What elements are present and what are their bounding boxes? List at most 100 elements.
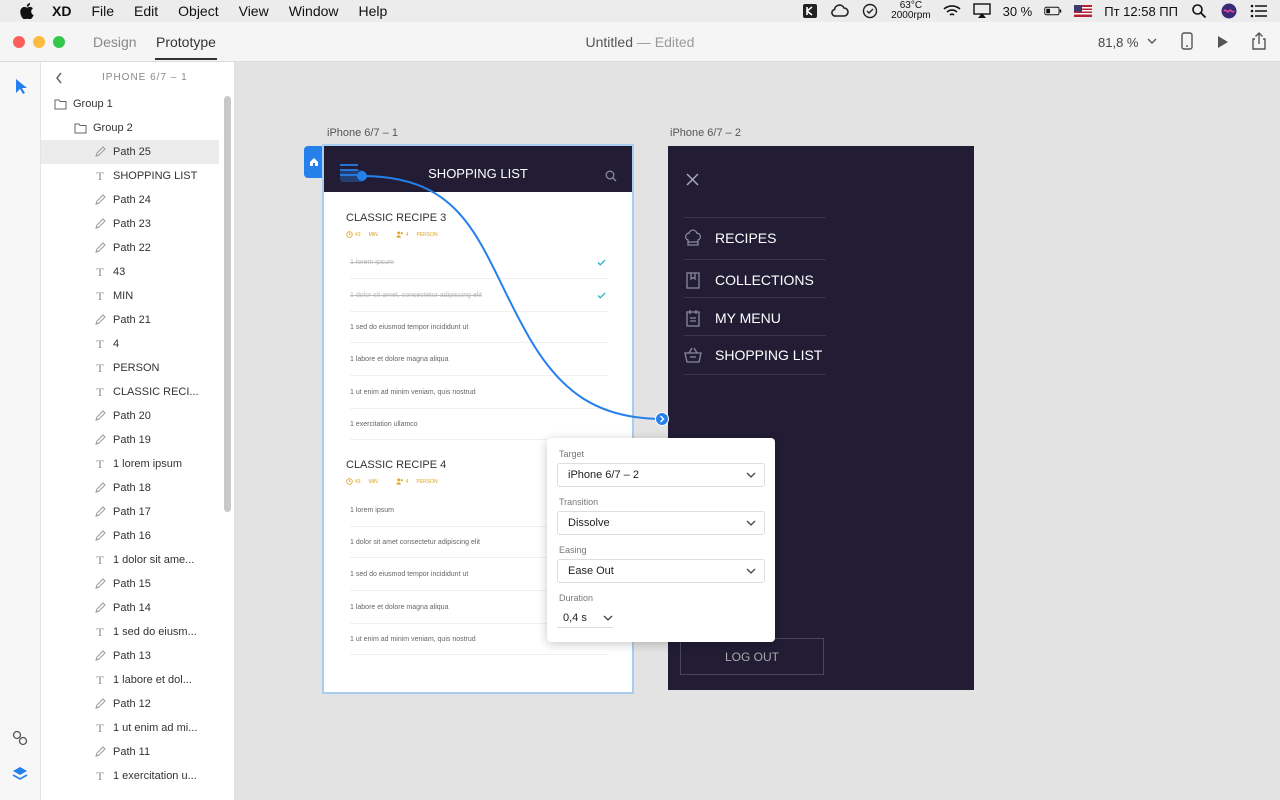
shopping-item-text: 1 sed do eiusmod tempor incididunt ut bbox=[350, 570, 469, 578]
shopping-item[interactable]: 1 dolor sit amet, consectetur adipiscing… bbox=[350, 279, 608, 312]
duration-select[interactable]: 0,4 s bbox=[557, 608, 613, 628]
notification-center-icon[interactable] bbox=[1250, 3, 1268, 19]
layer-label: Path 17 bbox=[113, 506, 151, 518]
layer-row[interactable]: T 1 labore et dol... bbox=[41, 668, 219, 692]
layer-row[interactable]: T 43 bbox=[41, 260, 219, 284]
shopping-item[interactable]: 1 ut enim ad minim veniam, quis nostrud bbox=[350, 376, 608, 409]
share-icon[interactable] bbox=[1251, 32, 1267, 50]
recipe-minutes-unit: MIN bbox=[368, 231, 378, 238]
layer-row[interactable]: Path 15 bbox=[41, 572, 219, 596]
close-icon[interactable] bbox=[686, 173, 699, 186]
layer-row[interactable]: T CLASSIC RECI... bbox=[41, 380, 219, 404]
layer-row[interactable]: Path 18 bbox=[41, 476, 219, 500]
clock[interactable]: Пт 12:58 ПП bbox=[1104, 4, 1178, 19]
layer-row[interactable]: Path 22 bbox=[41, 236, 219, 260]
transition-select[interactable]: Dissolve bbox=[557, 511, 765, 535]
apple-icon[interactable] bbox=[20, 3, 36, 19]
layer-row[interactable]: Path 16 bbox=[41, 524, 219, 548]
interaction-popover: Target iPhone 6/7 – 2 Transition Dissolv… bbox=[547, 438, 775, 642]
person-icon: 4 PERSON bbox=[396, 231, 438, 238]
layer-row[interactable]: Group 2 bbox=[41, 116, 219, 140]
layer-row[interactable]: T SHOPPING LIST bbox=[41, 164, 219, 188]
layer-label: Path 11 bbox=[113, 746, 151, 758]
layer-label: 1 labore et dol... bbox=[113, 674, 192, 686]
battery-percent: 30 % bbox=[1002, 3, 1033, 19]
layers-artboard-title[interactable]: IPHONE 6/7 – 1 bbox=[102, 72, 188, 83]
creative-cloud-icon[interactable] bbox=[831, 3, 849, 19]
status-app-icon[interactable] bbox=[801, 3, 819, 19]
layer-label: Path 18 bbox=[113, 482, 151, 494]
select-tool-icon[interactable] bbox=[14, 78, 28, 94]
assets-icon[interactable] bbox=[12, 730, 28, 746]
layer-row[interactable]: T MIN bbox=[41, 284, 219, 308]
layers-scrollbar[interactable] bbox=[224, 96, 231, 512]
shopping-item[interactable]: 1 exercitation ullamco bbox=[350, 409, 608, 440]
folder-icon bbox=[73, 121, 87, 135]
wifi-icon[interactable] bbox=[943, 3, 961, 19]
airplay-icon[interactable] bbox=[972, 3, 991, 19]
easing-select[interactable]: Ease Out bbox=[557, 559, 765, 583]
wire-connector-arrow-icon[interactable] bbox=[655, 412, 669, 426]
layer-row[interactable]: Path 23 bbox=[41, 212, 219, 236]
siri-icon[interactable] bbox=[1220, 3, 1238, 19]
shopping-item-text: 1 sed do eiusmod tempor incididunt ut bbox=[350, 323, 469, 331]
pen-path-icon bbox=[93, 505, 107, 519]
layer-row[interactable]: Path 20 bbox=[41, 404, 219, 428]
device-preview-icon[interactable] bbox=[1181, 32, 1193, 50]
zoom-level[interactable]: 81,8 % bbox=[1098, 35, 1138, 50]
layer-row[interactable]: Path 19 bbox=[41, 428, 219, 452]
shopping-item[interactable]: 1 lorem ipsum bbox=[350, 246, 608, 279]
layer-label: PERSON bbox=[113, 362, 160, 374]
menu-object[interactable]: Object bbox=[178, 3, 218, 19]
menu-edit[interactable]: Edit bbox=[134, 3, 158, 19]
easing-label: Easing bbox=[559, 545, 587, 555]
artboard-1-label[interactable]: iPhone 6/7 – 1 bbox=[327, 127, 398, 139]
battery-icon[interactable] bbox=[1044, 3, 1062, 19]
layer-row[interactable]: Path 17 bbox=[41, 500, 219, 524]
menu-item-collections[interactable]: COLLECTIONS bbox=[684, 259, 826, 299]
checkmark-circle-icon[interactable] bbox=[861, 3, 879, 19]
menu-file[interactable]: File bbox=[91, 3, 114, 19]
home-artboard-icon[interactable] bbox=[304, 146, 324, 178]
us-flag-icon[interactable] bbox=[1074, 3, 1093, 19]
layers-icon[interactable] bbox=[12, 766, 28, 782]
search-icon[interactable] bbox=[605, 170, 617, 182]
layer-row[interactable]: Path 13 bbox=[41, 644, 219, 668]
back-chevron-icon[interactable] bbox=[55, 72, 63, 84]
layer-row[interactable]: Path 11 bbox=[41, 740, 219, 764]
pen-path-icon bbox=[93, 217, 107, 231]
layer-row[interactable]: Path 21 bbox=[41, 308, 219, 332]
layer-row[interactable]: Path 25 bbox=[41, 140, 219, 164]
menu-window[interactable]: Window bbox=[289, 3, 339, 19]
shopping-item[interactable]: 1 sed do eiusmod tempor incididunt ut bbox=[350, 312, 608, 343]
menu-view[interactable]: View bbox=[239, 3, 269, 19]
layer-row[interactable]: T 1 ut enim ad mi... bbox=[41, 716, 219, 740]
menu-item-recipes[interactable]: RECIPES bbox=[684, 217, 826, 257]
layer-row[interactable]: Group 1 bbox=[41, 92, 219, 116]
menu-item-shopping-list[interactable]: SHOPPING LIST bbox=[684, 335, 826, 375]
play-preview-icon[interactable] bbox=[1216, 34, 1230, 50]
layer-label: 1 dolor sit ame... bbox=[113, 554, 195, 566]
layer-label: 1 ut enim ad mi... bbox=[113, 722, 198, 734]
layer-row[interactable]: Path 12 bbox=[41, 692, 219, 716]
target-select[interactable]: iPhone 6/7 – 2 bbox=[557, 463, 765, 487]
menu-item-my-menu[interactable]: MY MENU bbox=[684, 297, 826, 337]
logout-button[interactable]: LOG OUT bbox=[680, 638, 824, 675]
pen-path-icon bbox=[93, 433, 107, 447]
layer-row[interactable]: T 1 sed do eiusm... bbox=[41, 620, 219, 644]
layer-row[interactable]: T PERSON bbox=[41, 356, 219, 380]
layer-row[interactable]: T 1 dolor sit ame... bbox=[41, 548, 219, 572]
pen-path-icon bbox=[93, 481, 107, 495]
artboard-2-label[interactable]: iPhone 6/7 – 2 bbox=[670, 127, 741, 139]
layer-row[interactable]: T4 bbox=[41, 332, 219, 356]
spotlight-search-icon[interactable] bbox=[1190, 3, 1208, 19]
layer-row[interactable]: T 1 lorem ipsum bbox=[41, 452, 219, 476]
layer-row[interactable]: Path 24 bbox=[41, 188, 219, 212]
menu-help[interactable]: Help bbox=[359, 3, 388, 19]
layer-row[interactable]: T 1 exercitation u... bbox=[41, 764, 219, 788]
chevron-down-icon[interactable] bbox=[1147, 34, 1157, 48]
text-layer-icon: T bbox=[96, 624, 104, 639]
menu-app-name[interactable]: XD bbox=[52, 3, 71, 19]
shopping-item[interactable]: 1 labore et dolore magna aliqua bbox=[350, 343, 608, 376]
layer-row[interactable]: Path 14 bbox=[41, 596, 219, 620]
